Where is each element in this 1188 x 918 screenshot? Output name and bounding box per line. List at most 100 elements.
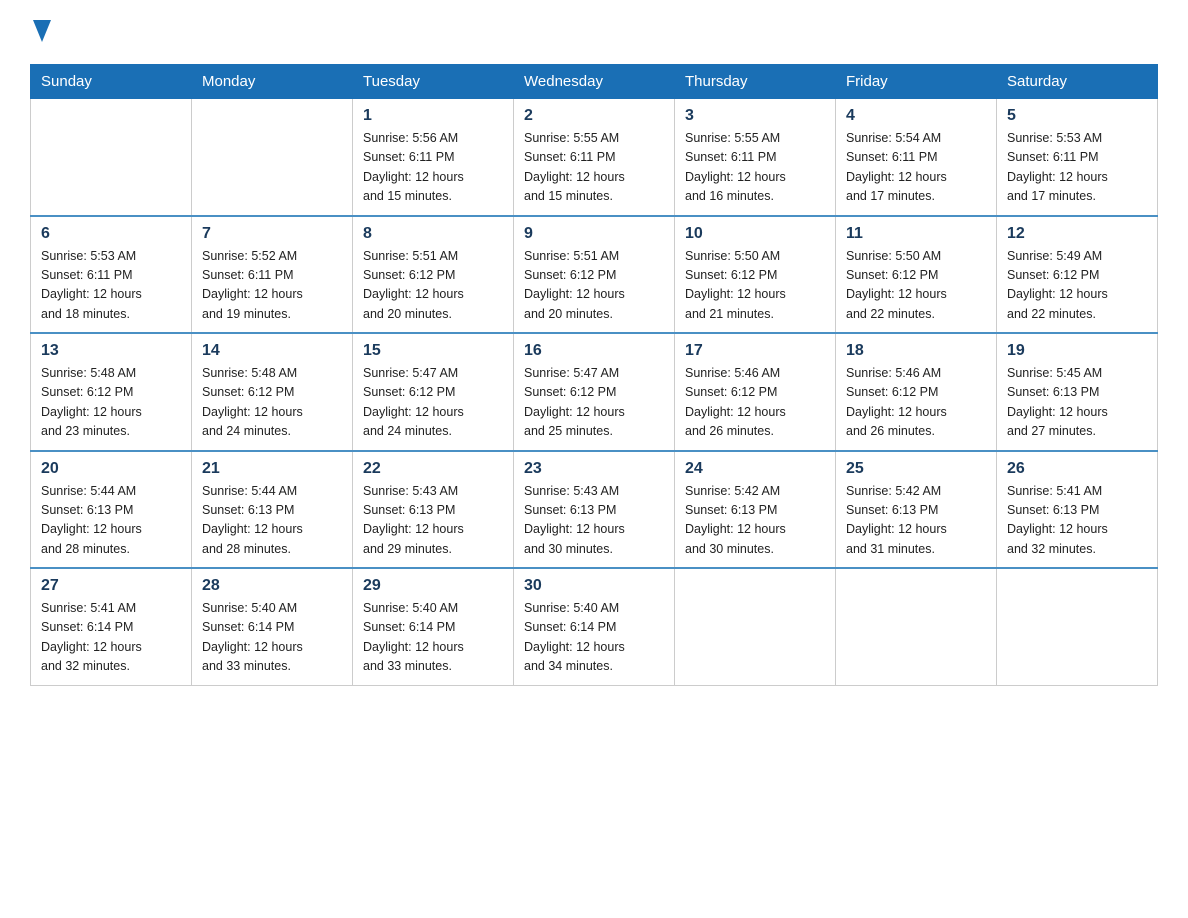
- day-number: 13: [41, 342, 181, 360]
- day-info: Sunrise: 5:51 AM Sunset: 6:12 PM Dayligh…: [363, 247, 503, 325]
- day-info: Sunrise: 5:56 AM Sunset: 6:11 PM Dayligh…: [363, 129, 503, 207]
- day-info: Sunrise: 5:47 AM Sunset: 6:12 PM Dayligh…: [524, 364, 664, 442]
- day-number: 26: [1007, 460, 1147, 478]
- day-number: 21: [202, 460, 342, 478]
- day-info: Sunrise: 5:43 AM Sunset: 6:13 PM Dayligh…: [524, 482, 664, 560]
- logo-triangle-icon: [33, 20, 51, 42]
- day-number: 17: [685, 342, 825, 360]
- calendar-cell: 18Sunrise: 5:46 AM Sunset: 6:12 PM Dayli…: [836, 333, 997, 451]
- calendar-day-header: Thursday: [675, 65, 836, 99]
- day-info: Sunrise: 5:48 AM Sunset: 6:12 PM Dayligh…: [202, 364, 342, 442]
- day-info: Sunrise: 5:45 AM Sunset: 6:13 PM Dayligh…: [1007, 364, 1147, 442]
- day-info: Sunrise: 5:50 AM Sunset: 6:12 PM Dayligh…: [846, 247, 986, 325]
- day-number: 6: [41, 225, 181, 243]
- page-header: [30, 20, 1158, 44]
- calendar-cell: 10Sunrise: 5:50 AM Sunset: 6:12 PM Dayli…: [675, 216, 836, 334]
- calendar-cell: [675, 568, 836, 685]
- calendar-cell: 30 Sunrise: 5:40 AM Sunset: 6:14 PM Dayli…: [514, 568, 675, 685]
- day-info: Sunrise: 5:49 AM Sunset: 6:12 PM Dayligh…: [1007, 247, 1147, 325]
- day-number: 18: [846, 342, 986, 360]
- calendar-day-header: Saturday: [997, 65, 1158, 99]
- day-number: 10: [685, 225, 825, 243]
- calendar-header-row: SundayMondayTuesdayWednesdayThursdayFrid…: [31, 65, 1158, 99]
- day-info: Sunrise: 5:47 AM Sunset: 6:12 PM Dayligh…: [363, 364, 503, 442]
- day-number: 14: [202, 342, 342, 360]
- day-number: 9: [524, 225, 664, 243]
- calendar-cell: 1 Sunrise: 5:56 AM Sunset: 6:11 PM Daylig…: [353, 99, 514, 216]
- day-info: Sunrise: 5:41 AM Sunset: 6:13 PM Dayligh…: [1007, 482, 1147, 560]
- day-number: 28: [202, 577, 342, 595]
- calendar-cell: 14 Sunrise: 5:48 AM Sunset: 6:12 PM Dayli…: [192, 333, 353, 451]
- day-info: Sunrise: 5:46 AM Sunset: 6:12 PM Dayligh…: [685, 364, 825, 442]
- calendar-day-header: Friday: [836, 65, 997, 99]
- calendar-cell: 26 Sunrise: 5:41 AM Sunset: 6:13 PM Dayli…: [997, 451, 1158, 569]
- day-info: Sunrise: 5:40 AM Sunset: 6:14 PM Dayligh…: [202, 599, 342, 677]
- day-info: Sunrise: 5:41 AM Sunset: 6:14 PM Dayligh…: [41, 599, 181, 677]
- day-number: 29: [363, 577, 503, 595]
- day-info: Sunrise: 5:53 AM Sunset: 6:11 PM Dayligh…: [1007, 129, 1147, 207]
- calendar-cell: 24 Sunrise: 5:42 AM Sunset: 6:13 PM Dayli…: [675, 451, 836, 569]
- calendar-week-row: 27 Sunrise: 5:41 AM Sunset: 6:14 PM Dayli…: [31, 568, 1158, 685]
- calendar-cell: 20Sunrise: 5:44 AM Sunset: 6:13 PM Dayli…: [31, 451, 192, 569]
- calendar-cell: 17 Sunrise: 5:46 AM Sunset: 6:12 PM Dayli…: [675, 333, 836, 451]
- calendar-cell: [31, 99, 192, 216]
- calendar-cell: 28 Sunrise: 5:40 AM Sunset: 6:14 PM Dayli…: [192, 568, 353, 685]
- calendar-cell: 21Sunrise: 5:44 AM Sunset: 6:13 PM Dayli…: [192, 451, 353, 569]
- calendar-day-header: Wednesday: [514, 65, 675, 99]
- calendar-cell: 4 Sunrise: 5:54 AM Sunset: 6:11 PM Daylig…: [836, 99, 997, 216]
- calendar-week-row: 6 Sunrise: 5:53 AM Sunset: 6:11 PM Daylig…: [31, 216, 1158, 334]
- day-number: 7: [202, 225, 342, 243]
- day-info: Sunrise: 5:55 AM Sunset: 6:11 PM Dayligh…: [685, 129, 825, 207]
- calendar-day-header: Monday: [192, 65, 353, 99]
- day-number: 25: [846, 460, 986, 478]
- day-number: 1: [363, 107, 503, 125]
- calendar-cell: 5 Sunrise: 5:53 AM Sunset: 6:11 PM Daylig…: [997, 99, 1158, 216]
- day-number: 16: [524, 342, 664, 360]
- day-number: 19: [1007, 342, 1147, 360]
- day-number: 15: [363, 342, 503, 360]
- day-number: 4: [846, 107, 986, 125]
- day-number: 20: [41, 460, 181, 478]
- day-number: 27: [41, 577, 181, 595]
- calendar-cell: 7 Sunrise: 5:52 AM Sunset: 6:11 PM Daylig…: [192, 216, 353, 334]
- day-info: Sunrise: 5:42 AM Sunset: 6:13 PM Dayligh…: [685, 482, 825, 560]
- day-number: 3: [685, 107, 825, 125]
- calendar-cell: 25 Sunrise: 5:42 AM Sunset: 6:13 PM Dayli…: [836, 451, 997, 569]
- day-number: 24: [685, 460, 825, 478]
- calendar-week-row: 20Sunrise: 5:44 AM Sunset: 6:13 PM Dayli…: [31, 451, 1158, 569]
- calendar-cell: 23 Sunrise: 5:43 AM Sunset: 6:13 PM Dayli…: [514, 451, 675, 569]
- calendar-cell: 9 Sunrise: 5:51 AM Sunset: 6:12 PM Daylig…: [514, 216, 675, 334]
- calendar-cell: 12 Sunrise: 5:49 AM Sunset: 6:12 PM Dayli…: [997, 216, 1158, 334]
- calendar-cell: [836, 568, 997, 685]
- day-number: 30: [524, 577, 664, 595]
- calendar-table: SundayMondayTuesdayWednesdayThursdayFrid…: [30, 64, 1158, 686]
- calendar-day-header: Sunday: [31, 65, 192, 99]
- calendar-cell: 16 Sunrise: 5:47 AM Sunset: 6:12 PM Dayli…: [514, 333, 675, 451]
- day-number: 12: [1007, 225, 1147, 243]
- calendar-week-row: 13 Sunrise: 5:48 AM Sunset: 6:12 PM Dayli…: [31, 333, 1158, 451]
- day-info: Sunrise: 5:51 AM Sunset: 6:12 PM Dayligh…: [524, 247, 664, 325]
- calendar-cell: 2Sunrise: 5:55 AM Sunset: 6:11 PM Daylig…: [514, 99, 675, 216]
- day-info: Sunrise: 5:48 AM Sunset: 6:12 PM Dayligh…: [41, 364, 181, 442]
- calendar-week-row: 1 Sunrise: 5:56 AM Sunset: 6:11 PM Daylig…: [31, 99, 1158, 216]
- calendar-cell: 27 Sunrise: 5:41 AM Sunset: 6:14 PM Dayli…: [31, 568, 192, 685]
- calendar-cell: 8 Sunrise: 5:51 AM Sunset: 6:12 PM Daylig…: [353, 216, 514, 334]
- day-number: 11: [846, 225, 986, 243]
- calendar-cell: 3 Sunrise: 5:55 AM Sunset: 6:11 PM Daylig…: [675, 99, 836, 216]
- calendar-cell: [192, 99, 353, 216]
- calendar-cell: 11 Sunrise: 5:50 AM Sunset: 6:12 PM Dayli…: [836, 216, 997, 334]
- day-info: Sunrise: 5:40 AM Sunset: 6:14 PM Dayligh…: [524, 599, 664, 677]
- day-info: Sunrise: 5:42 AM Sunset: 6:13 PM Dayligh…: [846, 482, 986, 560]
- day-number: 5: [1007, 107, 1147, 125]
- day-number: 8: [363, 225, 503, 243]
- day-number: 2: [524, 107, 664, 125]
- calendar-cell: 22Sunrise: 5:43 AM Sunset: 6:13 PM Dayli…: [353, 451, 514, 569]
- calendar-cell: 19 Sunrise: 5:45 AM Sunset: 6:13 PM Dayli…: [997, 333, 1158, 451]
- day-info: Sunrise: 5:54 AM Sunset: 6:11 PM Dayligh…: [846, 129, 986, 207]
- day-number: 23: [524, 460, 664, 478]
- calendar-cell: 6 Sunrise: 5:53 AM Sunset: 6:11 PM Daylig…: [31, 216, 192, 334]
- day-info: Sunrise: 5:40 AM Sunset: 6:14 PM Dayligh…: [363, 599, 503, 677]
- calendar-cell: 13 Sunrise: 5:48 AM Sunset: 6:12 PM Dayli…: [31, 333, 192, 451]
- day-info: Sunrise: 5:52 AM Sunset: 6:11 PM Dayligh…: [202, 247, 342, 325]
- day-info: Sunrise: 5:53 AM Sunset: 6:11 PM Dayligh…: [41, 247, 181, 325]
